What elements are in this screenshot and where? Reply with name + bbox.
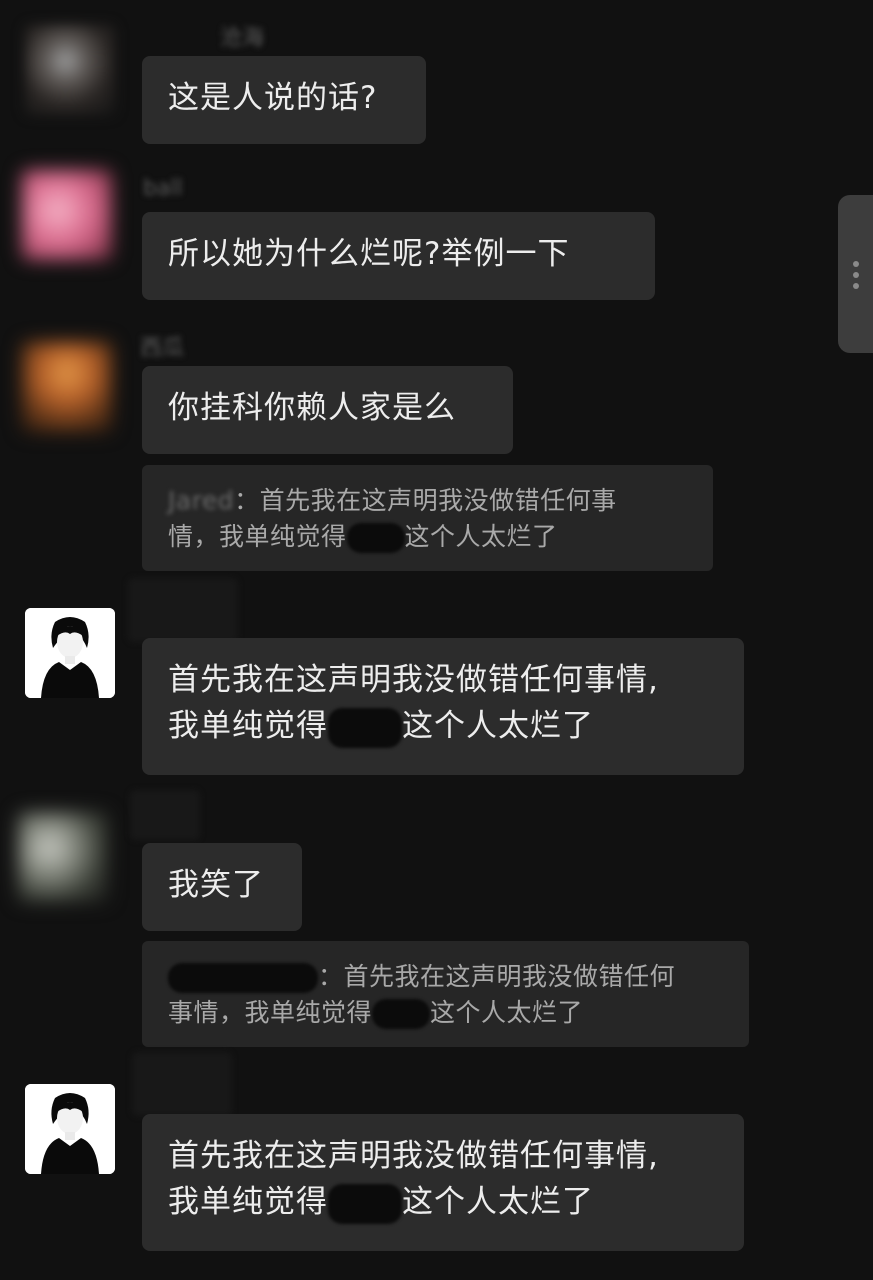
- message-text: 这个人太烂了: [402, 1184, 594, 1220]
- sender-name: 西瓜: [140, 336, 185, 361]
- quote-line: Jared：首先我在这声明我没做错任何事: [168, 483, 687, 519]
- message-bubble[interactable]: 所以她为什么烂呢?举例一下: [142, 212, 655, 300]
- avatar[interactable]: [22, 342, 112, 432]
- redacted-name: [372, 999, 431, 1029]
- side-panel-handle[interactable]: [838, 195, 873, 353]
- message-bubble[interactable]: 首先我在这声明我没做错任何事情, 我单纯觉得 这个人太烂了: [142, 638, 744, 775]
- quote-text: 这个人太烂了: [404, 522, 558, 551]
- message-line: 首先我在这声明我没做错任何事情,: [168, 662, 659, 698]
- quoted-message[interactable]: Jared：首先我在这声明我没做错任何事 情，我单纯觉得 这个人太烂了: [142, 465, 713, 571]
- person-avatar-icon: [25, 608, 115, 698]
- quote-text: 事情，我单纯觉得: [168, 998, 373, 1027]
- message-text: 这个人太烂了: [402, 708, 594, 744]
- message-bubble[interactable]: 你挂科你赖人家是么: [142, 366, 513, 454]
- message-text: 我单纯觉得: [168, 708, 328, 744]
- redacted-name: [346, 523, 405, 553]
- redacted-name: [168, 963, 318, 993]
- quote-line: ：首先我在这声明我没做错任何: [168, 959, 723, 995]
- avatar[interactable]: [25, 608, 115, 698]
- quote-text: 情，我单纯觉得: [168, 522, 347, 551]
- quote-text: 这个人太烂了: [430, 998, 584, 1027]
- message-line: 我单纯觉得 这个人太烂了: [168, 1179, 718, 1225]
- message-bubble[interactable]: 首先我在这声明我没做错任何事情, 我单纯觉得 这个人太烂了: [142, 1114, 744, 1251]
- avatar[interactable]: [25, 25, 115, 115]
- quote-text: ：首先我在这声明我没做错任何事: [234, 486, 617, 515]
- sender-name: [130, 790, 200, 846]
- message-line: 首先我在这声明我没做错任何事情,: [168, 1138, 659, 1174]
- message-text: 我单纯觉得: [168, 1184, 328, 1220]
- avatar[interactable]: [18, 812, 108, 902]
- avatar[interactable]: [22, 170, 112, 260]
- sender-name: ball: [143, 176, 183, 201]
- message-bubble[interactable]: 这是人说的话?: [142, 56, 426, 144]
- quote-text: ：首先我在这声明我没做错任何: [318, 962, 676, 991]
- avatar[interactable]: [25, 1084, 115, 1174]
- quoted-message[interactable]: ：首先我在这声明我没做错任何 事情，我单纯觉得 这个人太烂了: [142, 941, 749, 1047]
- sender-name: 沧海: [220, 26, 265, 51]
- quote-sender: Jared: [168, 486, 235, 515]
- person-avatar-icon: [25, 1084, 115, 1174]
- quote-line: 事情，我单纯觉得 这个人太烂了: [168, 995, 723, 1031]
- redacted-name: [328, 707, 402, 748]
- quote-line: 情，我单纯觉得 这个人太烂了: [168, 519, 687, 555]
- message-line: 我单纯觉得 这个人太烂了: [168, 703, 718, 749]
- sender-name: [132, 1052, 232, 1122]
- redacted-name: [328, 1183, 402, 1224]
- message-bubble[interactable]: 我笑了: [142, 843, 302, 931]
